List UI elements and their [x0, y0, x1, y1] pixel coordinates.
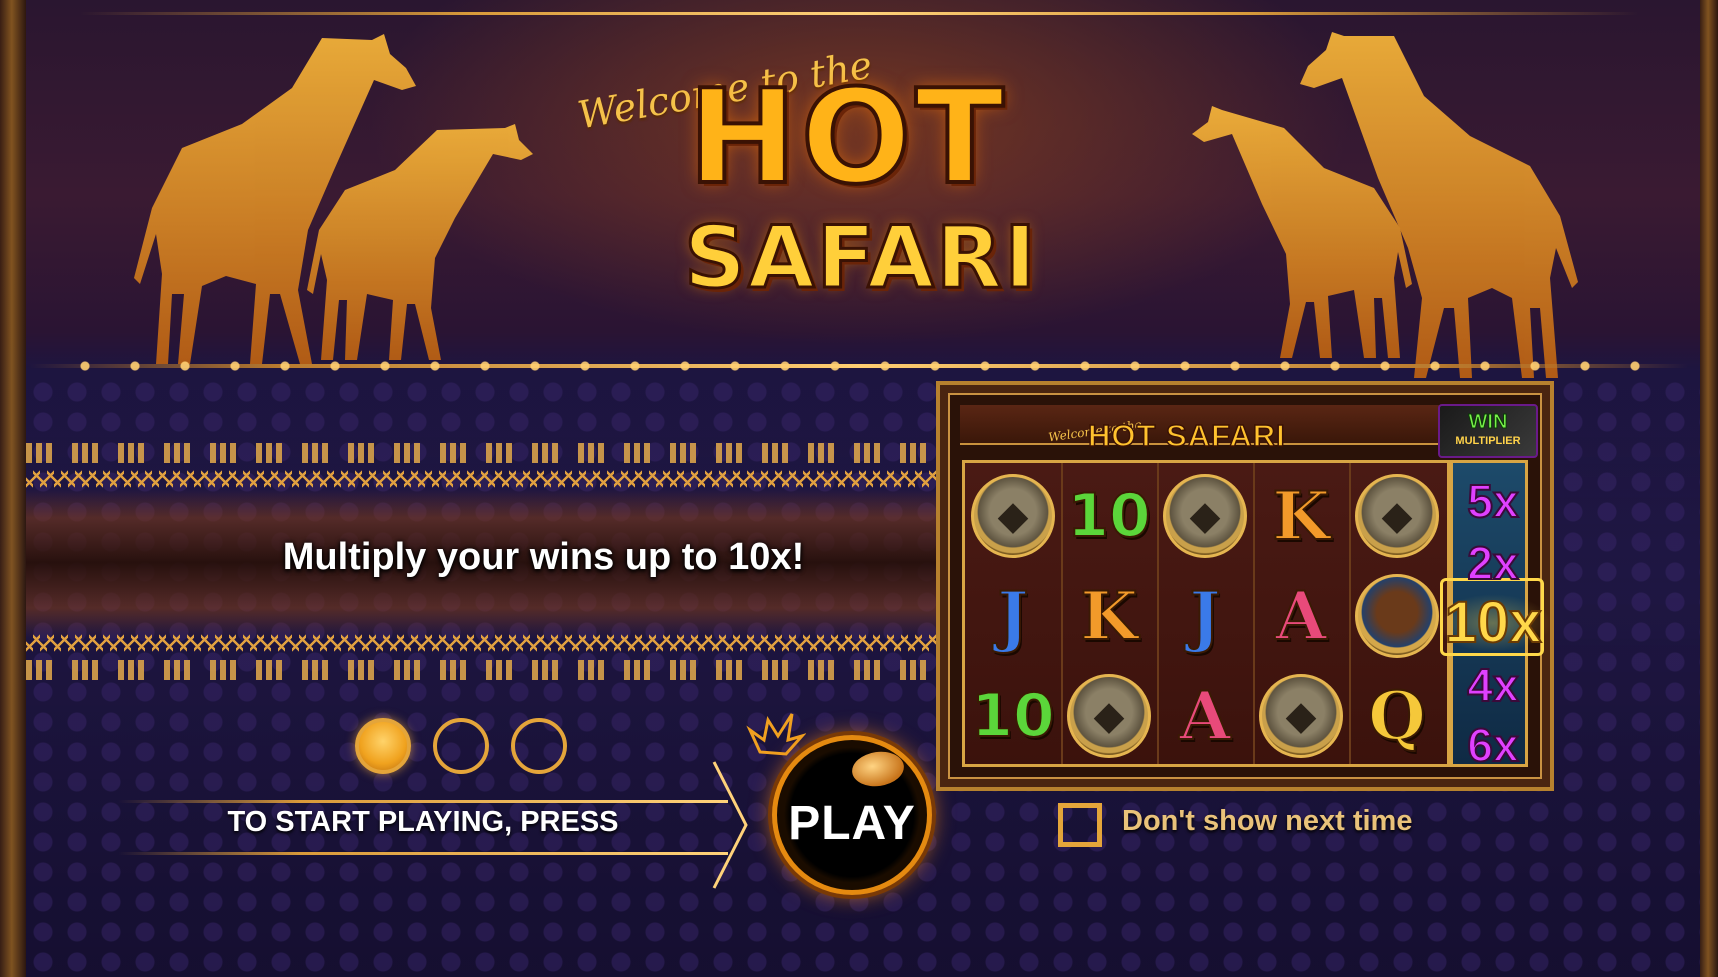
- multiplier-10x: 10x: [1434, 593, 1552, 653]
- win-multiplier-badge: WIN MULTIPLIER: [1438, 404, 1538, 458]
- page-dot-3[interactable]: [511, 718, 567, 774]
- frame-right: [1700, 0, 1718, 977]
- play-button-label: PLAY: [788, 797, 916, 850]
- card-symbol-k: K: [1079, 577, 1138, 655]
- multiplier-6x: 6x: [1466, 719, 1519, 771]
- reel-symbol-elephant: ◆: [1253, 666, 1349, 766]
- giraffe-right-small: [1192, 106, 1412, 358]
- play-button-shine: [849, 748, 907, 790]
- elephant-icon: ◆: [1259, 674, 1343, 758]
- intro-screen: Welcome to the HOT SAFARI Multiply your …: [0, 0, 1718, 977]
- reel-symbol-a: A: [1253, 566, 1349, 666]
- badge-win-text: WIN: [1468, 411, 1508, 434]
- reel-symbol-k: K: [1253, 466, 1349, 566]
- dont-show-checkbox[interactable]: [1058, 803, 1102, 847]
- elephant-head-shape: ◆: [1285, 694, 1317, 738]
- logo-hot-text: HOT: [686, 61, 1008, 213]
- card-symbol-a: A: [1178, 677, 1231, 755]
- reel-symbol-elephant: ◆: [1061, 666, 1157, 766]
- card-symbol-j: J: [996, 577, 1029, 655]
- page-dot-1[interactable]: [355, 718, 411, 774]
- reel-symbol-k: K: [1061, 566, 1157, 666]
- giraffe-left-small: [307, 124, 533, 360]
- elephant-head-shape: ◆: [1093, 694, 1125, 738]
- elephant-icon: ◆: [1355, 474, 1439, 558]
- reel-symbol-elephant: ◆: [1157, 466, 1253, 566]
- reel-symbol-antelope: [1349, 566, 1445, 666]
- giraffe-left-large: [134, 34, 416, 364]
- start-instruction: TO START PLAYING, PRESS: [227, 806, 619, 838]
- frame-left: [0, 0, 26, 977]
- elephant-head-shape: ◆: [1189, 494, 1221, 538]
- reel-symbol-q: Q: [1349, 666, 1445, 766]
- antelope-icon: [1355, 574, 1439, 658]
- reel-symbol-a: A: [1157, 666, 1253, 766]
- elephant-icon: ◆: [1067, 674, 1151, 758]
- start-line-bottom: [118, 852, 728, 855]
- reel-symbol-10: 10: [1061, 466, 1157, 566]
- multiplier-2x: 2x: [1466, 537, 1519, 589]
- card-symbol-10: 10: [970, 681, 1055, 751]
- top-gold-line: [80, 12, 1638, 15]
- reels-grid: ◆ J 10 10 K ◆ ◆ J A K A ◆ ◆ Q: [962, 460, 1450, 767]
- card-symbol-a: A: [1274, 577, 1327, 655]
- dont-show-label[interactable]: Don't show next time: [1122, 805, 1412, 838]
- feature-message: Multiply your wins up to 10x!: [282, 536, 805, 578]
- horizon-beads: [60, 359, 1658, 373]
- crown-icon: [746, 713, 806, 756]
- elephant-head-shape: ◆: [1381, 494, 1413, 538]
- reel-symbol-10: 10: [965, 666, 1061, 766]
- card-symbol-10: 10: [1066, 481, 1151, 551]
- card-symbol-k: K: [1271, 477, 1330, 555]
- banner-band-top: [26, 443, 938, 463]
- reel-symbol-elephant: ◆: [1349, 466, 1445, 566]
- banner-band-bottom: [26, 660, 938, 680]
- banner-zigzag-bottom: [26, 634, 938, 652]
- elephant-head-shape: ◆: [997, 494, 1029, 538]
- multiplier-4x: 4x: [1466, 659, 1519, 711]
- reel-symbol-elephant: ◆: [965, 466, 1061, 566]
- start-line-top: [118, 800, 728, 803]
- logo-safari-text: SAFARI: [682, 208, 1039, 308]
- banner-zigzag-top: [26, 470, 938, 488]
- reel-symbol-j: J: [965, 566, 1061, 666]
- card-symbol-q: Q: [1367, 677, 1426, 755]
- elephant-icon: ◆: [1163, 474, 1247, 558]
- preview-title: HOT SAFARI: [1087, 417, 1286, 454]
- multiplier-5x: 5x: [1466, 475, 1519, 527]
- elephant-icon: ◆: [971, 474, 1055, 558]
- play-button[interactable]: PLAY: [772, 735, 932, 895]
- card-symbol-j: J: [1188, 577, 1221, 655]
- reel-symbol-j: J: [1157, 566, 1253, 666]
- page-dot-2[interactable]: [433, 718, 489, 774]
- badge-multiplier-text: MULTIPLIER: [1455, 435, 1521, 447]
- giraffe-right-large: [1300, 32, 1578, 378]
